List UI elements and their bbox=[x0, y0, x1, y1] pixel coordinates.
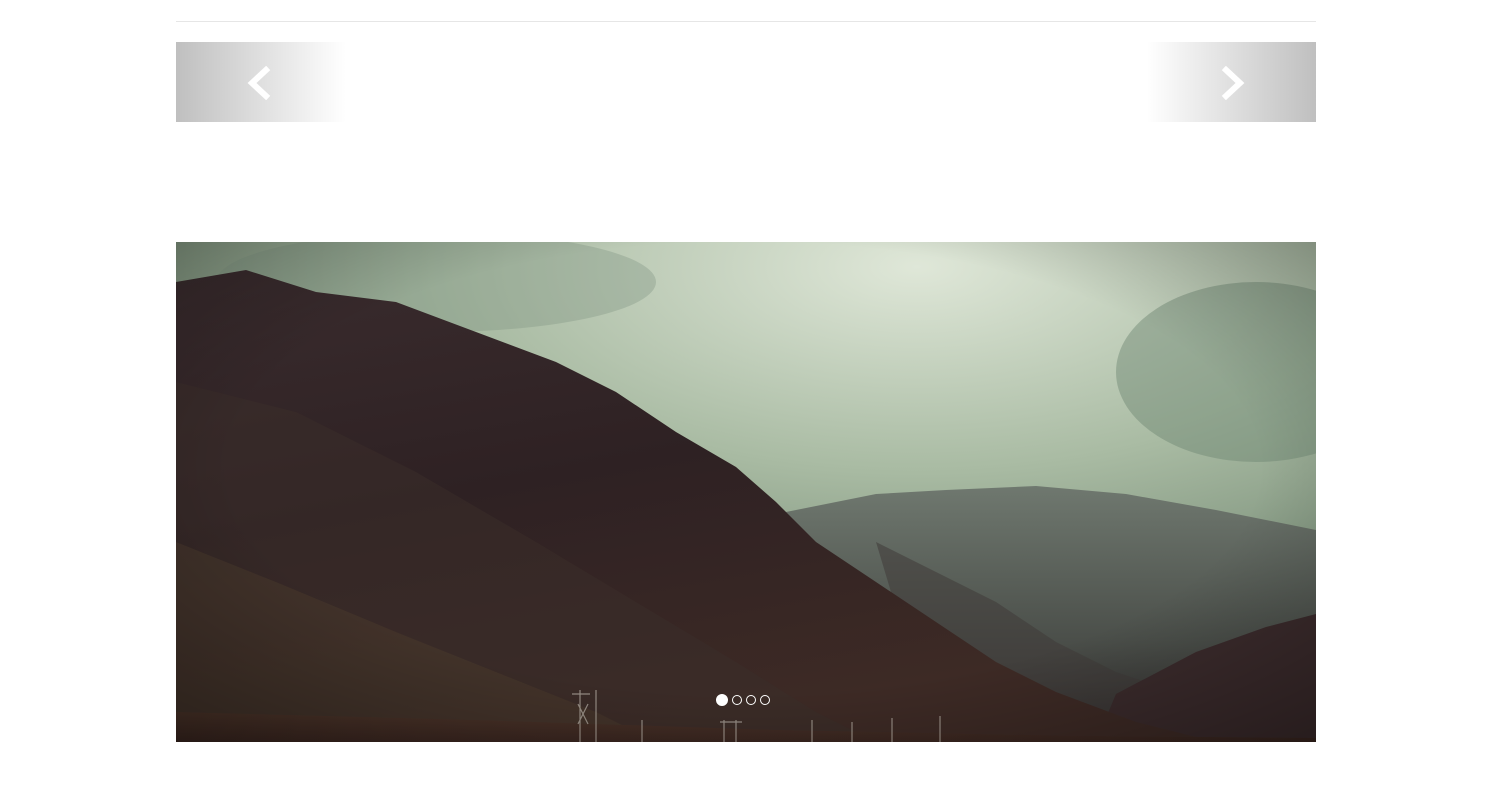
hero-slide[interactable] bbox=[176, 242, 1316, 742]
chevron-left-icon bbox=[247, 66, 271, 100]
slide-pagination bbox=[716, 694, 770, 706]
prev-slide-button[interactable] bbox=[176, 42, 346, 122]
slide-dot-4[interactable] bbox=[760, 695, 770, 705]
thumbnail-strip bbox=[176, 42, 1316, 122]
chevron-right-icon bbox=[1221, 66, 1245, 100]
page bbox=[0, 0, 1493, 790]
slide-dot-3[interactable] bbox=[746, 695, 756, 705]
next-slide-button[interactable] bbox=[1146, 42, 1316, 122]
slide-dot-1[interactable] bbox=[716, 694, 728, 706]
mountain-landscape-image bbox=[176, 242, 1316, 742]
slide-dot-2[interactable] bbox=[732, 695, 742, 705]
page-heading-clipped bbox=[176, 0, 536, 2]
header-divider bbox=[176, 21, 1316, 22]
